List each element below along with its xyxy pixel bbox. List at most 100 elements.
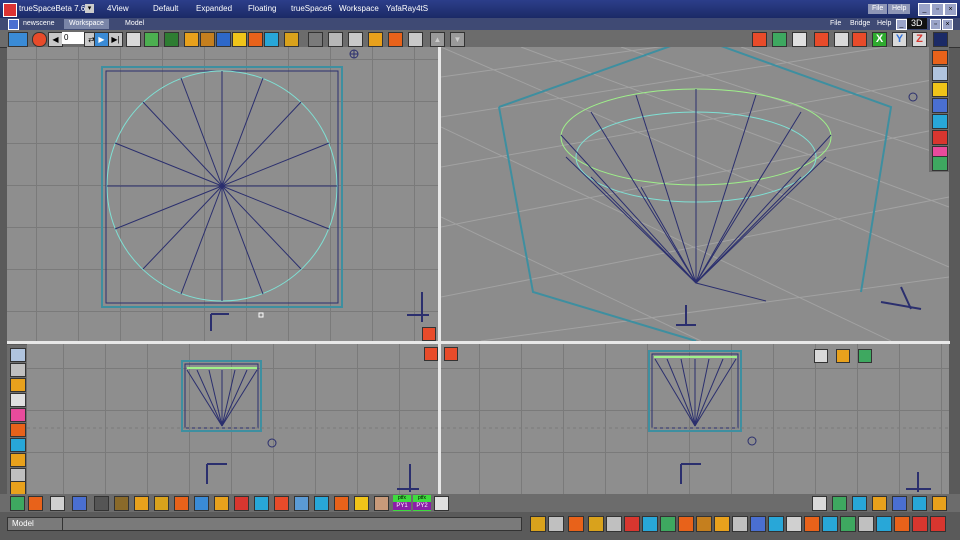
tool-sphere-icon[interactable] [10, 408, 26, 422]
sb-tool-3-icon[interactable] [568, 516, 584, 532]
object-select-icon[interactable] [216, 32, 231, 47]
sb-tool-23-icon[interactable] [930, 516, 946, 532]
sb-tool-17-icon[interactable] [822, 516, 838, 532]
bt-tool-19-icon[interactable] [374, 496, 389, 511]
four-view-icon[interactable] [792, 32, 807, 47]
file-menu-2[interactable]: File [826, 19, 845, 29]
sb-tool-4-icon[interactable] [588, 516, 604, 532]
palette-camera-icon[interactable] [932, 98, 948, 113]
viewport-maximize-icon[interactable] [422, 327, 436, 341]
palette-cube-icon[interactable] [932, 50, 948, 65]
tab-newscene[interactable]: newscene [18, 19, 60, 29]
bt-cube-icon[interactable] [832, 496, 847, 511]
bt-tool-3-icon[interactable] [50, 496, 65, 511]
bt-tool-15-icon[interactable] [294, 496, 309, 511]
rewind-icon[interactable]: ◀ [48, 32, 63, 47]
axis-y-toggle[interactable]: Y [892, 32, 907, 47]
sb-tool-15-icon[interactable] [786, 516, 802, 532]
viewport-top[interactable] [7, 47, 438, 341]
viewport-paint-icon[interactable] [836, 349, 850, 363]
transform-icon[interactable] [408, 32, 423, 47]
help-menu-2[interactable]: Help [873, 19, 895, 29]
viewport-side[interactable] [441, 344, 949, 494]
sb-tool-13-icon[interactable] [750, 516, 766, 532]
bt-tool-11-icon[interactable] [214, 496, 229, 511]
edit-icon[interactable] [264, 32, 279, 47]
tool-gear-icon[interactable] [10, 423, 26, 437]
tool-wrench-icon[interactable] [10, 378, 26, 392]
sb-tool-2-icon[interactable] [548, 516, 564, 532]
sb-tool-19-icon[interactable] [858, 516, 874, 532]
render-icon[interactable] [814, 32, 829, 47]
record-icon[interactable] [32, 32, 47, 47]
layout-tab-expanded[interactable]: Expanded [190, 3, 238, 15]
layout-tab-default[interactable]: Default [147, 3, 184, 15]
physx-1-button[interactable]: ptfx PY1 [393, 495, 411, 511]
viewport-select-icon[interactable] [814, 349, 828, 363]
layout-tab-yafaray4ts[interactable]: YafaRay4tS [380, 3, 434, 15]
sb-tool-12-icon[interactable] [732, 516, 748, 532]
palette-box-icon[interactable] [932, 66, 948, 81]
layout-dropdown-icon[interactable]: ▾ [85, 4, 94, 13]
bt-tool-5-icon[interactable] [94, 496, 109, 511]
bridge-menu[interactable]: Bridge [846, 19, 874, 29]
minimize-icon[interactable]: _ [918, 3, 931, 16]
scale-icon[interactable] [348, 32, 363, 47]
sb-tool-14-icon[interactable] [768, 516, 784, 532]
unlink-icon[interactable] [200, 32, 215, 47]
restore-icon[interactable]: ▫ [931, 3, 944, 16]
layout-tab-truespace6[interactable]: trueSpace6 [285, 3, 338, 15]
sb-tool-9-icon[interactable] [678, 516, 694, 532]
tool-knife-icon[interactable] [10, 468, 26, 482]
palette-material-icon[interactable] [932, 130, 948, 145]
material-icon[interactable] [752, 32, 767, 47]
globe-icon[interactable] [772, 32, 787, 47]
minimize-icon-2[interactable]: _ [896, 19, 907, 30]
view-3d-label[interactable]: 3D [907, 18, 927, 29]
bt-tool-9-icon[interactable] [174, 496, 189, 511]
sb-tool-22-icon[interactable] [912, 516, 928, 532]
bt-tool-8-icon[interactable] [154, 496, 169, 511]
tool-blob-icon[interactable] [10, 438, 26, 452]
sb-tool-18-icon[interactable] [840, 516, 856, 532]
clipboard-icon[interactable] [126, 32, 141, 47]
tool-cone-icon[interactable] [10, 393, 26, 407]
sb-tool-7-icon[interactable] [642, 516, 658, 532]
play-icon[interactable]: ▶ [94, 32, 109, 47]
bt-tool-10-icon[interactable] [194, 496, 209, 511]
sb-tool-16-icon[interactable] [804, 516, 820, 532]
bt-tool-13-icon[interactable] [254, 496, 269, 511]
link-icon[interactable] [184, 32, 199, 47]
axis-z-toggle[interactable]: Z [912, 32, 927, 47]
sb-tool-21-icon[interactable] [894, 516, 910, 532]
point-select-icon[interactable] [232, 32, 247, 47]
bt-tool-18-icon[interactable] [354, 496, 369, 511]
viewport-render-icon[interactable] [444, 347, 458, 361]
palette-sphere-icon[interactable] [932, 114, 948, 129]
sb-tool-20-icon[interactable] [876, 516, 892, 532]
bt-tool-17-icon[interactable] [334, 496, 349, 511]
bt-tool-16-icon[interactable] [314, 496, 329, 511]
bt-tool-6-icon[interactable] [114, 496, 129, 511]
axis-x-toggle[interactable]: X [872, 32, 887, 47]
sb-tool-11-icon[interactable] [714, 516, 730, 532]
bt-tool-12-icon[interactable] [234, 496, 249, 511]
sb-tool-1-icon[interactable] [530, 516, 546, 532]
bt-tool-7-icon[interactable] [134, 496, 149, 511]
tab-workspace[interactable]: Workspace [64, 19, 109, 29]
help-menu[interactable]: Help [888, 4, 911, 14]
rotate-icon[interactable] [328, 32, 343, 47]
close-icon-2[interactable]: × [942, 19, 953, 30]
arrow-up-icon[interactable]: ▲ [430, 32, 445, 47]
sb-tool-6-icon[interactable] [624, 516, 640, 532]
bt-tool-1-icon[interactable] [10, 496, 25, 511]
gear-icon[interactable] [933, 32, 948, 47]
sb-tool-8-icon[interactable] [660, 516, 676, 532]
restore-icon-2[interactable]: ▫ [930, 19, 941, 30]
end-icon[interactable]: ▶| [108, 32, 123, 47]
bt-screen-icon[interactable] [892, 496, 907, 511]
close-icon[interactable]: × [944, 3, 957, 16]
paint-icon[interactable] [248, 32, 263, 47]
camera-icon[interactable] [834, 32, 849, 47]
object-nav-icon[interactable] [8, 32, 28, 47]
